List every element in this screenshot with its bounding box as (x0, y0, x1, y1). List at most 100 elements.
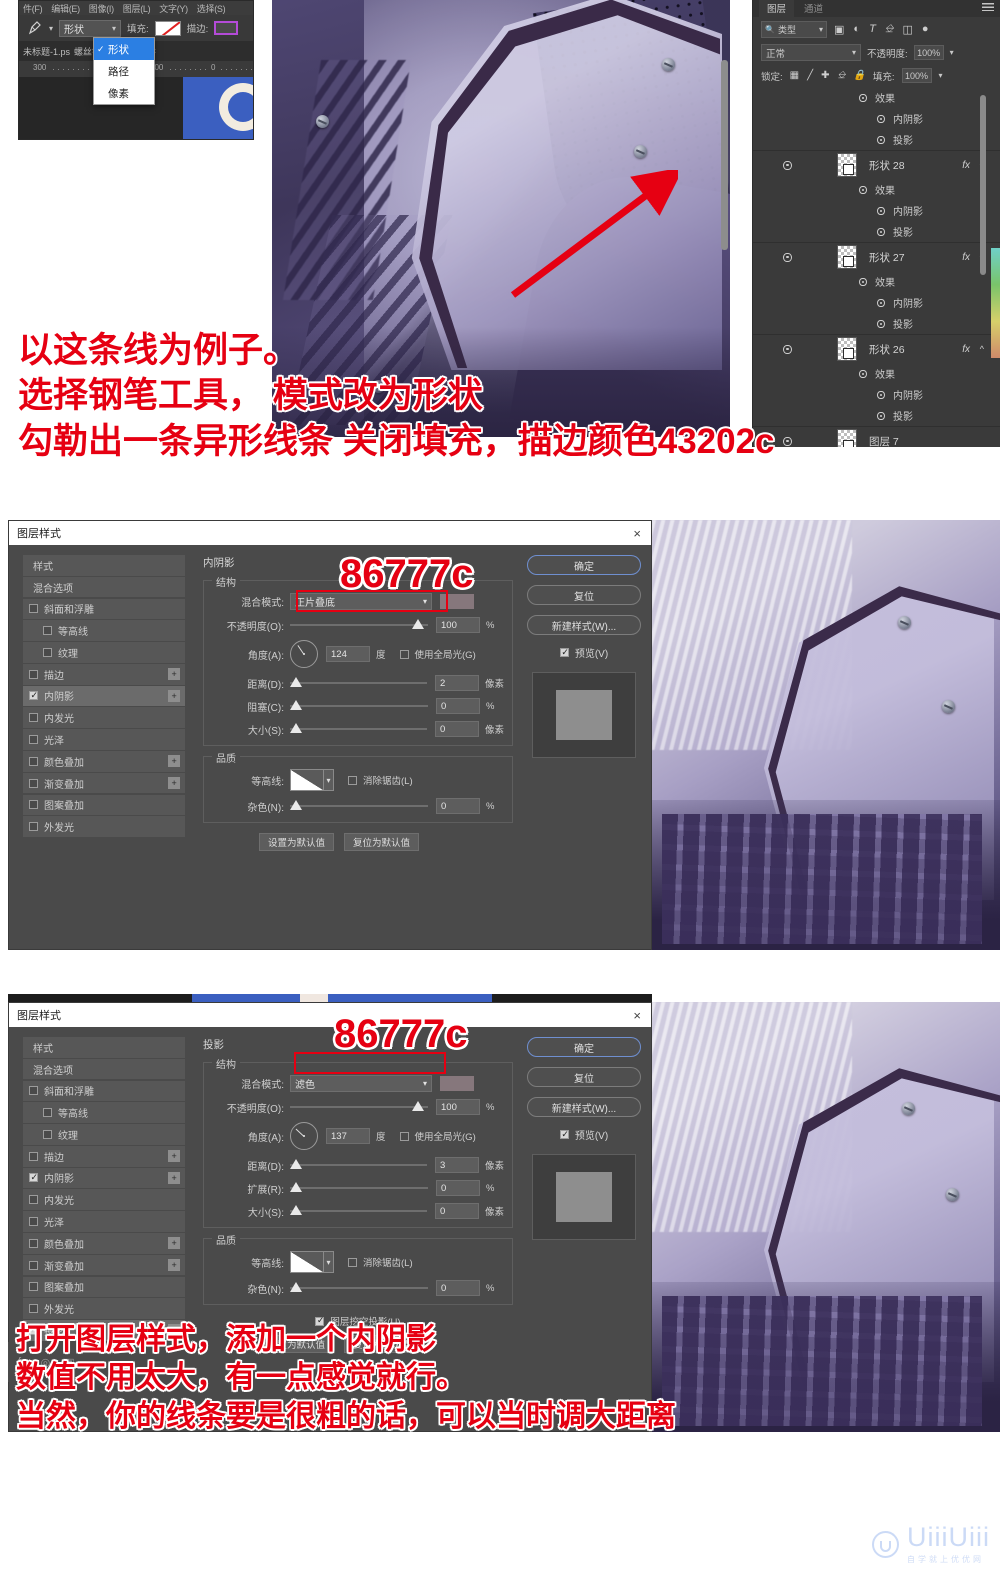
distance-slider[interactable] (290, 677, 427, 689)
preview-checkbox[interactable] (559, 647, 569, 658)
dropdown-item-pixel[interactable]: 像素 (94, 82, 154, 104)
stroke-color-swatch[interactable] (214, 21, 239, 35)
layer-effect-inner-shadow[interactable]: 内阴影 (753, 108, 1000, 129)
style-item-blending-options[interactable]: 混合选项 (23, 576, 185, 598)
visibility-eye-icon[interactable] (783, 436, 792, 446)
style-item-satin[interactable]: 光泽 (23, 1211, 185, 1232)
style-item-outer-glow[interactable]: 外发光 (23, 816, 185, 837)
lock-transparency-icon[interactable]: ▦ (790, 70, 799, 81)
fill-value[interactable]: 100% (901, 68, 932, 83)
style-item-gradient-overlay[interactable]: 渐变叠加 + (23, 1254, 185, 1276)
add-effect-icon[interactable]: + (168, 1150, 180, 1163)
add-effect-icon[interactable]: + (168, 1259, 180, 1272)
style-item-color-overlay[interactable]: 颜色叠加 + (23, 1233, 185, 1254)
type-filter-icon[interactable]: T (869, 23, 876, 35)
style-item-blending-options[interactable]: 混合选项 (23, 1058, 185, 1080)
layer-effects-group[interactable]: 效果 (753, 363, 1000, 384)
layer-fx-icon[interactable]: fx (962, 252, 970, 263)
visibility-eye-icon[interactable] (877, 206, 885, 215)
ok-button[interactable]: 确定 (527, 1037, 641, 1057)
noise-input[interactable]: 0 (436, 1280, 480, 1296)
checkbox[interactable] (29, 778, 38, 788)
visibility-eye-icon[interactable] (877, 390, 885, 399)
layer-effects-group[interactable]: 效果 (753, 179, 1000, 200)
add-effect-icon[interactable]: + (168, 689, 180, 702)
contour-dropdown-icon[interactable]: ▾ (324, 1251, 334, 1273)
style-item-contour[interactable]: 等高线 (23, 1102, 185, 1123)
lock-position-icon[interactable]: ✚ (821, 70, 829, 81)
checkbox[interactable] (29, 1172, 38, 1183)
reset-default-button[interactable]: 复位为默认值 (344, 833, 420, 851)
tab-channels[interactable]: 通道 (796, 0, 832, 17)
layers-scrollbar[interactable] (980, 95, 986, 275)
visibility-eye-icon[interactable] (877, 135, 885, 144)
choke-input[interactable]: 0 (436, 698, 480, 714)
reset-button[interactable]: 复位 (527, 585, 641, 605)
style-item-inner-shadow[interactable]: 内阴影 + (23, 1167, 185, 1189)
checkbox[interactable] (29, 713, 38, 723)
lock-artboard-icon[interactable]: ⎒ (838, 70, 846, 81)
style-item-bevel-emboss[interactable]: 斜面和浮雕 (23, 1080, 185, 1102)
style-item-inner-shadow[interactable]: 内阴影 + (23, 685, 185, 707)
layer-effect-inner-shadow[interactable]: 内阴影 (753, 292, 1000, 313)
layer-effect-drop-shadow[interactable]: 投影 (753, 129, 1000, 150)
add-effect-icon[interactable]: + (168, 668, 180, 681)
visibility-eye-icon[interactable] (783, 252, 792, 262)
checkbox[interactable] (43, 1129, 52, 1139)
distance-input[interactable]: 2 (434, 675, 479, 691)
style-item-stroke[interactable]: 描边 + (23, 663, 185, 685)
add-effect-icon[interactable]: + (168, 1237, 180, 1250)
layer-fx-icon[interactable]: fx (962, 160, 970, 171)
style-item-bevel-emboss[interactable]: 斜面和浮雕 (23, 598, 185, 620)
mode-dropdown-menu[interactable]: 形状 路径 像素 (93, 37, 155, 105)
document-tab-1[interactable]: 未标题-1.ps (23, 45, 70, 58)
canvas-scrollbar[interactable] (721, 60, 728, 250)
visibility-eye-icon[interactable] (859, 277, 867, 286)
spread-input[interactable]: 0 (436, 1180, 480, 1196)
checkbox[interactable] (29, 1282, 38, 1292)
checkbox[interactable] (43, 647, 52, 657)
new-style-button[interactable]: 新建样式(W)... (527, 1097, 641, 1117)
spread-slider[interactable] (290, 1182, 428, 1194)
opacity-slider[interactable] (290, 619, 428, 631)
blend-mode-select[interactable]: 正常 ▾ (761, 44, 861, 61)
dropdown-item-shape[interactable]: 形状 (94, 38, 154, 60)
shadow-color-swatch[interactable] (440, 1076, 474, 1091)
filter-toggle-icon[interactable]: ● (922, 23, 929, 35)
tab-layers[interactable]: 图层 (759, 0, 795, 17)
distance-slider[interactable] (290, 1159, 427, 1171)
style-item-inner-glow[interactable]: 内发光 (23, 707, 185, 729)
angle-input[interactable]: 137 (326, 1128, 370, 1144)
style-item-pattern-overlay[interactable]: 图案叠加 (23, 794, 185, 816)
menu-item-image[interactable]: 图像(I) (89, 2, 114, 15)
fill-none-swatch[interactable] (154, 20, 181, 36)
antialias-checkbox[interactable] (348, 1257, 357, 1267)
checkbox[interactable] (43, 1108, 52, 1118)
layer-effects-group[interactable]: 效果 (753, 271, 1000, 292)
checkbox[interactable] (29, 800, 38, 810)
image-filter-icon[interactable]: ▣ (834, 23, 844, 36)
style-item-gradient-overlay[interactable]: 渐变叠加 + (23, 772, 185, 794)
use-global-light-checkbox[interactable] (399, 649, 409, 659)
close-icon[interactable]: × (633, 1008, 641, 1023)
noise-input[interactable]: 0 (436, 798, 480, 814)
smartobject-filter-icon[interactable]: ◫ (902, 23, 912, 36)
visibility-eye-icon[interactable] (877, 298, 885, 307)
checkbox[interactable] (29, 1217, 38, 1227)
table-row[interactable]: 形状 26 fx ^ (753, 334, 1000, 363)
style-item-stroke[interactable]: 描边 + (23, 1145, 185, 1167)
preview-checkbox[interactable] (559, 1129, 569, 1140)
lock-image-icon[interactable]: ╱ (807, 70, 813, 81)
add-effect-icon[interactable]: + (168, 777, 180, 790)
ok-button[interactable]: 确定 (527, 555, 641, 575)
checkbox[interactable] (29, 1238, 38, 1248)
checkbox[interactable] (29, 756, 38, 766)
table-row[interactable]: 图层 7 (753, 426, 1000, 447)
contour-preview[interactable] (290, 769, 324, 791)
style-item-contour[interactable]: 等高线 (23, 620, 185, 641)
filter-kind-select[interactable]: 🔍 类型 ▾ (761, 20, 827, 38)
menu-item-edit[interactable]: 编辑(E) (51, 2, 80, 15)
close-icon[interactable]: × (633, 526, 641, 541)
tool-preset-chevron-icon[interactable]: ▾ (49, 24, 53, 33)
shape-filter-icon[interactable]: ⎒ (885, 23, 894, 36)
